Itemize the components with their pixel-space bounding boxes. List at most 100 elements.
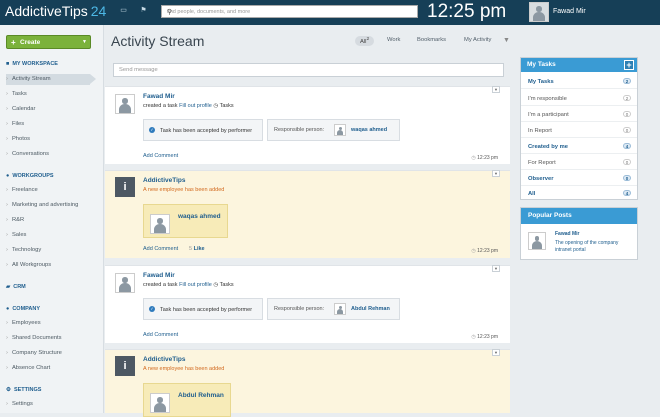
info-icon: i [115, 177, 135, 197]
sidebar-item-shared-documents[interactable]: › Shared Documents [6, 333, 94, 344]
send-message-input[interactable]: Send message [113, 63, 504, 77]
employee-avatar[interactable] [150, 214, 170, 234]
section-company[interactable]: ● COMPANY [6, 306, 40, 312]
send-message-placeholder: Send message [119, 67, 158, 73]
responsible-label: Responsible person: [274, 306, 325, 312]
popular-post-avatar[interactable] [528, 232, 546, 250]
sidebar-item-settings[interactable]: › Settings [6, 399, 94, 410]
section-my-workspace[interactable]: ■ MY WORKSPACE [6, 61, 58, 67]
task-status: Task has been accepted by performer [160, 307, 253, 313]
section-crm[interactable]: ▰ CRM [6, 284, 26, 290]
filter-tab-bookmarks[interactable]: Bookmarks [417, 37, 446, 43]
sidebar-item-label: Conversations [11, 151, 49, 157]
add-comment-link[interactable]: Add Comment [143, 246, 178, 252]
add-comment-link[interactable]: Add Comment [143, 153, 178, 159]
notifications-icon[interactable]: ⚑ [139, 7, 148, 15]
responsible-avatar[interactable] [334, 303, 346, 315]
logo[interactable]: AddictiveTips 24 [5, 3, 106, 19]
sidebar-item-files[interactable]: › Files [6, 119, 94, 130]
sidebar-item-tasks[interactable]: › Tasks [6, 89, 94, 100]
task-status: Task has been accepted by performer [160, 128, 253, 134]
task-filter-observer[interactable]: Observer 0 [521, 171, 637, 186]
sidebar-item-label: Photos [11, 136, 30, 142]
post-author[interactable]: AddictiveTips [143, 356, 186, 363]
popular-post-author[interactable]: Fawad Mir [555, 231, 579, 237]
responsible-label: Responsible person: [274, 127, 325, 133]
task-filter-responsible[interactable]: I'm responsible 2 [521, 91, 637, 106]
sidebar-item-rr[interactable]: › R&R [6, 215, 94, 226]
sidebar-item-all-workgroups[interactable]: › All Workgroups [6, 260, 94, 271]
user-name[interactable]: Fawad Mir [553, 8, 586, 15]
post-menu-icon[interactable]: ▼ [492, 265, 500, 272]
filter-tab-all[interactable]: All2 [355, 36, 375, 46]
filter-tab-my-activity[interactable]: My Activity [464, 37, 491, 43]
search-input[interactable]: find people, documents, and more ⚲ [161, 5, 418, 18]
messages-icon[interactable]: ▭ [119, 7, 128, 15]
sidebar-item-label: Settings [11, 401, 33, 407]
employee-card: Abdul Rehman [143, 383, 231, 417]
section-workgroups[interactable]: ● WORKGROUPS [6, 173, 54, 179]
author-avatar[interactable] [115, 273, 135, 293]
filter-icon[interactable]: ▼ [503, 37, 510, 44]
task-filter-label: All [528, 191, 536, 197]
sidebar-item-activity-stream[interactable]: › Activity Stream [6, 74, 96, 85]
bullet-icon: › [6, 401, 8, 407]
sidebar-item-conversations[interactable]: › Conversations [6, 149, 94, 160]
section-settings[interactable]: ⚙ SETTINGS [6, 387, 41, 393]
task-link[interactable]: Fill out profile [179, 103, 212, 109]
like-button[interactable]: 5 Like [189, 246, 205, 252]
post-author[interactable]: AddictiveTips [143, 177, 186, 184]
bullet-icon: › [6, 91, 8, 97]
sidebar-item-marketing[interactable]: › Marketing and advertising [6, 200, 94, 211]
clock-icon: ◷ [213, 103, 219, 109]
sidebar-item-employees[interactable]: › Employees [6, 318, 94, 329]
user-avatar[interactable] [529, 2, 549, 22]
post-subtitle: created a task Fill out profile ◷ Tasks [143, 103, 234, 109]
activity-post: ▼ Fawad Mir created a task Fill out prof… [105, 86, 510, 164]
post-time: 12:23 pm [471, 155, 498, 161]
search-icon[interactable]: ⚲ [167, 8, 414, 16]
like-count: 5 [189, 246, 193, 252]
popular-post-link[interactable]: The opening of the company intranet port… [555, 240, 631, 254]
sidebar-item-label: Employees [11, 320, 41, 326]
task-filter-for-report[interactable]: For Report 0 [521, 155, 637, 170]
task-filter-participant[interactable]: I'm a participant 0 [521, 107, 637, 122]
activity-post: ▼ i AddictiveTips A new employee has bee… [105, 349, 510, 417]
filter-tab-work[interactable]: Work [387, 37, 400, 43]
employee-name[interactable]: waqas ahmed [178, 213, 221, 220]
add-task-button[interactable]: + [624, 60, 634, 70]
post-author[interactable]: Fawad Mir [143, 272, 175, 279]
post-author[interactable]: Fawad Mir [143, 93, 175, 100]
sidebar-item-freelance[interactable]: › Freelance [6, 185, 94, 196]
post-subtitle: A new employee has been added [143, 187, 225, 193]
sidebar-item-sales[interactable]: › Sales [6, 230, 94, 241]
post-menu-icon[interactable]: ▼ [492, 170, 500, 177]
task-filter-in-report[interactable]: In Report 0 [521, 123, 637, 138]
sidebar-item-technology[interactable]: › Technology [6, 245, 94, 256]
task-link[interactable]: Fill out profile [179, 282, 212, 288]
post-target: Tasks [219, 103, 234, 109]
add-comment-link[interactable]: Add Comment [143, 332, 178, 338]
my-tasks-header: My Tasks + [521, 58, 637, 72]
sidebar-item-calendar[interactable]: › Calendar [6, 104, 94, 115]
sidebar-item-label: Freelance [11, 187, 38, 193]
create-label: Create [20, 39, 41, 46]
responsible-name[interactable]: Abdul Rehman [351, 306, 390, 312]
bullet-icon: › [6, 76, 8, 82]
author-avatar[interactable] [115, 94, 135, 114]
responsible-name[interactable]: waqas ahmed [351, 127, 387, 133]
employee-name[interactable]: Abdul Rehman [178, 392, 224, 399]
bullet-icon: › [6, 320, 8, 326]
sidebar-item-company-structure[interactable]: › Company Structure [6, 348, 94, 359]
task-filter-all[interactable]: All 4 [521, 186, 637, 201]
task-filter-created-by-me[interactable]: Created by me 4 [521, 139, 637, 154]
responsible-avatar[interactable] [334, 124, 346, 136]
sidebar-item-photos[interactable]: › Photos [6, 134, 94, 145]
post-menu-icon[interactable]: ▼ [492, 86, 500, 93]
clock-icon: ◷ [213, 282, 219, 288]
sidebar-item-absence-chart[interactable]: › Absence Chart [6, 363, 94, 374]
post-menu-icon[interactable]: ▼ [492, 349, 500, 356]
employee-avatar[interactable] [150, 393, 170, 413]
task-filter-my-tasks[interactable]: My Tasks 2 [521, 74, 637, 89]
create-button[interactable]: + Create ▼ [6, 35, 91, 49]
